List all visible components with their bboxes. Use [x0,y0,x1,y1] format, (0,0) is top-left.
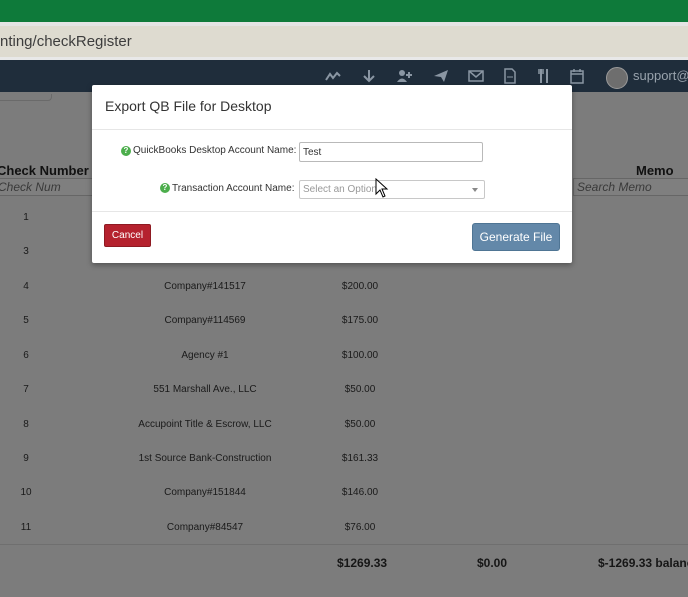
amount-cell: $175.00 [341,315,379,326]
chevron-down-icon [472,188,478,192]
account-name-label: QuickBooks Desktop Account Name: [133,145,297,156]
check-number-cell: 11 [20,522,32,533]
send-icon[interactable] [433,68,449,84]
total-second: $0.00 [477,556,508,570]
check-number-cell: 1 [23,212,29,223]
payee-cell: Company#84547 [166,522,244,533]
column-header-memo[interactable]: Memo [636,163,674,178]
calendar-icon[interactable] [569,68,585,84]
totals-divider [0,544,688,545]
check-number-cell: 4 [23,281,29,292]
document-icon[interactable] [502,68,518,84]
column-header-check-number[interactable]: Check Number [0,163,89,178]
cancel-button[interactable]: Cancel [104,224,151,247]
modal-footer-divider [92,211,572,212]
check-number-cell: 10 [20,487,32,498]
memo-filter[interactable]: Search Memo [573,178,688,196]
help-icon[interactable]: ? [160,183,170,193]
modal-title: Export QB File for Desktop [105,98,272,114]
address-url: nting/checkRegister [0,33,132,50]
select-placeholder: Select an Option [303,184,377,195]
account-name-input[interactable] [299,142,483,162]
payee-cell: 1st Source Bank-Construction [138,453,272,464]
payee-cell: Company#114569 [164,315,246,326]
user-email[interactable]: support@je [633,68,688,83]
payee-cell: Company#141517 [164,281,246,292]
amount-cell: $200.00 [341,281,379,292]
check-number-cell: 7 [23,384,29,395]
check-number-cell: 5 [23,315,29,326]
check-number-cell: 8 [23,419,29,430]
payee-cell: Accupoint Title & Escrow, LLC [138,419,272,430]
amount-cell: $50.00 [344,384,376,395]
mail-icon[interactable] [468,68,484,84]
amount-cell: $100.00 [341,350,379,361]
total-amount: $1269.33 [337,556,388,570]
payee-cell: 551 Marshall Ave., LLC [153,384,257,395]
export-qb-modal: Export QB File for Desktop ? QuickBooks … [92,85,572,263]
utensils-icon[interactable] [536,68,552,84]
add-user-icon[interactable] [396,68,412,84]
amount-cell: $146.00 [341,487,379,498]
check-number-cell: 9 [23,453,29,464]
chart-line-icon[interactable] [325,68,341,84]
partial-button [0,94,52,101]
amount-cell: $161.33 [341,453,379,464]
avatar[interactable] [606,67,628,89]
help-icon[interactable]: ? [121,146,131,156]
mouse-cursor-icon [375,178,389,198]
payee-cell: Company#151844 [164,487,246,498]
address-bar[interactable]: nting/checkRegister [0,26,688,57]
check-number-cell: 3 [23,246,29,257]
amount-cell: $76.00 [344,522,376,533]
transaction-account-select[interactable]: Select an Option [299,180,485,199]
amount-cell: $50.00 [344,419,376,430]
check-num-filter[interactable]: Check Num [0,178,98,196]
generate-file-button[interactable]: Generate File [472,223,560,251]
total-balance: $-1269.33 balanc [598,556,688,570]
transaction-account-label: Transaction Account Name: [172,183,295,194]
modal-header-divider [92,129,572,130]
download-icon[interactable] [361,68,377,84]
browser-top-bar [0,0,688,22]
check-number-cell: 6 [23,350,29,361]
payee-cell: Agency #1 [181,350,229,361]
